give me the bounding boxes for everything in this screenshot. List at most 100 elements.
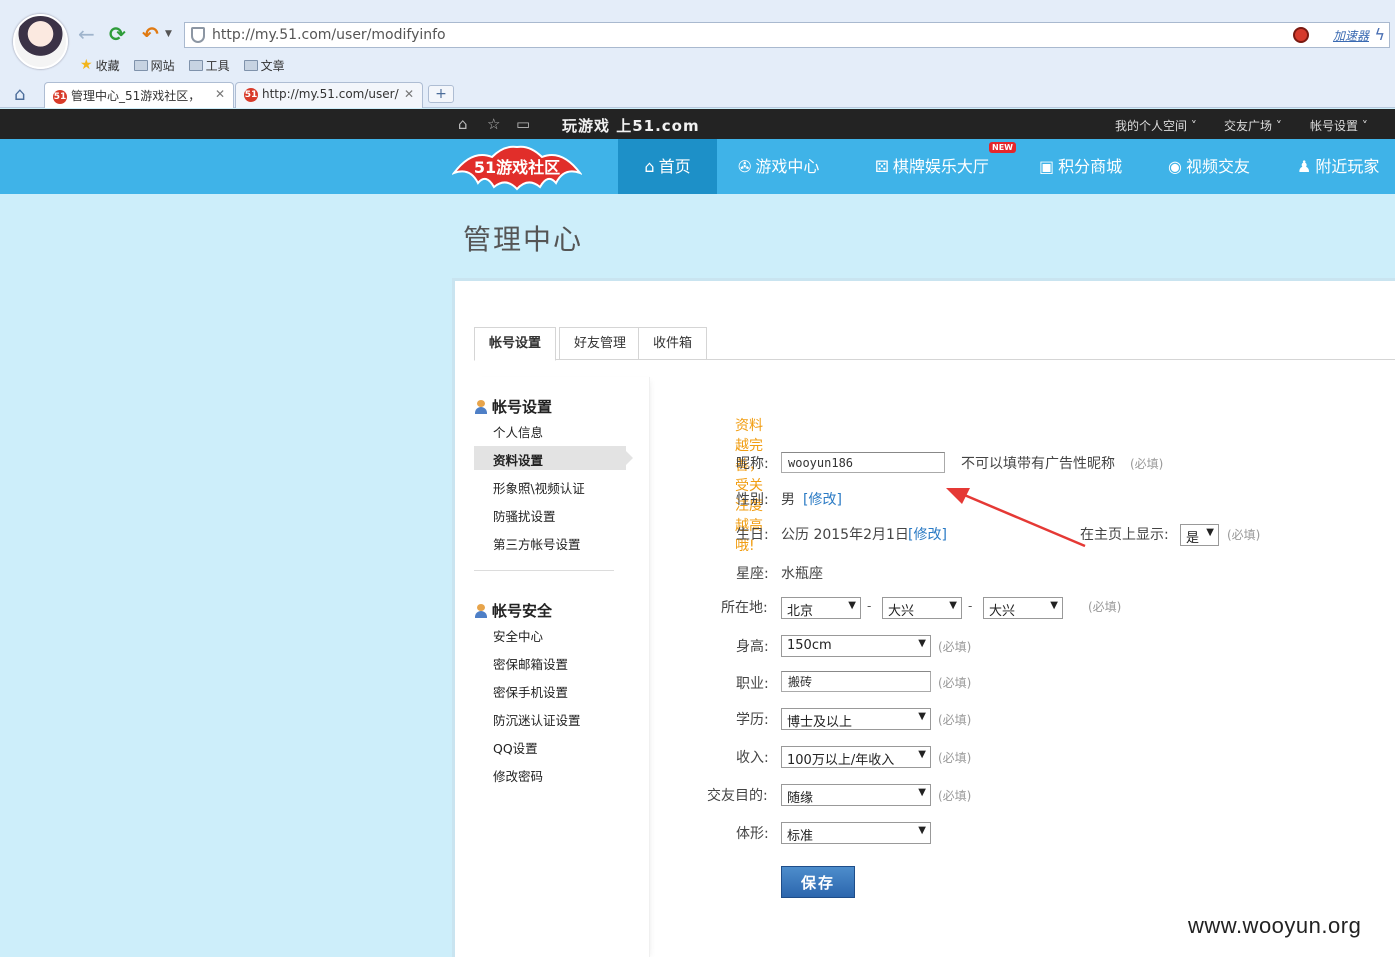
sidebar-item-anti-harassment[interactable]: 防骚扰设置 <box>493 506 556 525</box>
star-outline-icon[interactable]: ☆ <box>487 115 500 133</box>
sidebar-item-qq-settings[interactable]: QQ设置 <box>493 738 538 757</box>
purpose-select[interactable]: 随缘 ▼ <box>781 784 931 806</box>
user-avatar[interactable] <box>13 14 68 69</box>
site-favicon-icon: 51 <box>53 89 67 104</box>
menu-my-space[interactable]: 我的个人空间 ˅ <box>1115 117 1197 134</box>
zodiac-value: 水瓶座 <box>781 566 823 582</box>
dropdown-arrow-icon: ▼ <box>918 711 926 722</box>
refresh-icon[interactable]: ⟳ <box>109 22 126 46</box>
home-outline-icon[interactable]: ⌂ <box>458 115 468 133</box>
watermark: www.wooyun.org <box>1188 913 1362 938</box>
tab-friend-management[interactable]: 好友管理 <box>559 327 642 360</box>
sidebar-item-personal-info[interactable]: 个人信息 <box>493 422 543 441</box>
bookmarks-bar: ★ 收藏 网站 工具 文章 <box>80 56 285 74</box>
show-on-homepage-label: 在主页上显示: <box>1080 527 1169 543</box>
save-button[interactable]: 保存 <box>781 866 855 898</box>
sidebar-item-security-phone[interactable]: 密保手机设置 <box>493 682 568 701</box>
browser-tab-active[interactable]: 51 管理中心_51游戏社区， ✕ <box>44 82 234 108</box>
sidebar: 帐号设置 个人信息 资料设置 形象照\视频认证 防骚扰设置 第三方帐号设置 帐号… <box>474 377 650 957</box>
education-select[interactable]: 博士及以上 ▼ <box>781 708 931 730</box>
city-select[interactable]: 大兴 ▼ <box>882 597 962 619</box>
dropdown-arrow-icon: ▼ <box>918 749 926 760</box>
sidebar-heading-account: 帐号设置 <box>474 396 552 417</box>
birthday-value: 公历 2015年2月1日 <box>781 527 909 543</box>
required-tag: (必填) <box>1227 528 1261 542</box>
site-topbar: ⌂ ☆ ▭ 玩游戏 上51.com 我的个人空间 ˅ 交友广场 ˅ 帐号设置 ˅ <box>0 109 1395 139</box>
menu-account-settings[interactable]: 帐号设置 ˅ <box>1310 117 1368 134</box>
nickname-hint: 不可以填带有广告性昵称 <box>961 456 1115 472</box>
birthday-label: 生日: <box>736 527 769 543</box>
sidebar-item-photo-video-verify[interactable]: 形象照\视频认证 <box>493 478 585 497</box>
undo-icon[interactable]: ↶ <box>142 22 159 46</box>
gamepad-icon: ✇ <box>738 157 752 176</box>
accelerator-link[interactable]: 加速器 <box>1333 27 1369 44</box>
star-icon: ★ <box>80 57 93 73</box>
education-label: 学历: <box>736 712 769 728</box>
nickname-input[interactable] <box>781 452 945 473</box>
accelerator-icon[interactable] <box>1293 27 1309 43</box>
province-select[interactable]: 北京 ▼ <box>781 597 861 619</box>
nav-home[interactable]: ⌂ 首页 <box>618 139 717 194</box>
required-tag: (必填) <box>1130 457 1164 471</box>
bookmark-tools[interactable]: 工具 <box>188 56 230 74</box>
close-icon[interactable]: ✕ <box>404 87 414 101</box>
tab-inbox[interactable]: 收件箱 <box>638 327 708 360</box>
required-tag: (必填) <box>938 751 972 765</box>
nav-video-chat[interactable]: ◉ 视频交友 <box>1168 139 1250 194</box>
url-input[interactable] <box>212 26 1112 44</box>
bookmark-favorites[interactable]: ★ 收藏 <box>80 56 120 74</box>
user-icon <box>474 399 488 414</box>
nickname-label: 昵称: <box>736 456 769 472</box>
address-bar[interactable]: 加速器 ϟ <box>184 22 1390 48</box>
required-tag: (必填) <box>1088 600 1122 614</box>
logo-text: 51游戏社区 <box>474 158 560 177</box>
gender-value: 男 <box>781 492 795 508</box>
sidebar-item-anti-addiction[interactable]: 防沉迷认证设置 <box>493 710 581 729</box>
nav-game-center[interactable]: ✇ 游戏中心 <box>738 139 819 194</box>
sidebar-item-third-party-accounts[interactable]: 第三方帐号设置 <box>493 534 581 553</box>
site-favicon-icon: 51 <box>244 87 258 102</box>
back-arrow-icon[interactable]: ← <box>78 22 95 46</box>
browser-tab[interactable]: 51 http://my.51.com/user/ ✕ <box>235 82 423 108</box>
camera-icon: ◉ <box>1168 157 1182 176</box>
bookmark-articles[interactable]: 文章 <box>243 56 285 74</box>
location-separator: - <box>867 599 872 613</box>
nav-points-mall[interactable]: ▣ 积分商城 <box>1039 139 1122 194</box>
zodiac-label: 星座: <box>736 566 769 582</box>
main-nav: 51游戏社区 ⌂ 首页 ✇ 游戏中心 ⚄ 棋牌娱乐大厅 NEW ▣ 积分商城 ◉ 视频交友… <box>0 139 1395 194</box>
sidebar-item-security-center[interactable]: 安全中心 <box>493 626 543 645</box>
dropdown-arrow-icon: ▼ <box>848 600 856 611</box>
browser-chrome: ← ⟳ ↶ ▼ 加速器 ϟ ★收藏 网站 工具 文章 ⌂ 51管理中心_51游戏… <box>0 0 1395 108</box>
chevron-down-icon[interactable]: ▼ <box>165 28 172 40</box>
body-type-select[interactable]: 标准 ▼ <box>781 822 931 844</box>
new-tab-button[interactable]: + <box>428 85 454 103</box>
tab-account-settings[interactable]: 帐号设置 <box>474 327 557 361</box>
user-icon <box>474 603 488 618</box>
close-icon[interactable]: ✕ <box>215 87 225 101</box>
sidebar-item-security-email[interactable]: 密保邮箱设置 <box>493 654 568 673</box>
sidebar-item-profile-settings[interactable]: 资料设置 <box>493 450 543 469</box>
income-select[interactable]: 100万以上/年收入 ▼ <box>781 746 931 768</box>
new-badge: NEW <box>989 142 1016 153</box>
home-icon[interactable]: ⌂ <box>14 84 25 105</box>
shield-icon <box>191 27 205 43</box>
location-label: 所在地: <box>721 600 768 616</box>
sidebar-item-change-password[interactable]: 修改密码 <box>493 766 543 785</box>
lightning-icon[interactable]: ϟ <box>1374 25 1385 44</box>
menu-friend-plaza[interactable]: 交友广场 ˅ <box>1224 117 1282 134</box>
site-logo[interactable]: 51游戏社区 <box>452 143 582 191</box>
job-input[interactable] <box>781 671 931 692</box>
dropdown-arrow-icon: ▼ <box>918 787 926 798</box>
birthday-edit-link[interactable]: [修改] <box>908 524 947 544</box>
nav-chess-hall[interactable]: ⚄ 棋牌娱乐大厅 <box>875 139 989 194</box>
nav-nearby-players[interactable]: ♟ 附近玩家 <box>1297 139 1379 194</box>
monitor-icon[interactable]: ▭ <box>516 115 530 133</box>
district-select[interactable]: 大兴 ▼ <box>983 597 1063 619</box>
show-on-homepage-select[interactable]: 是 ▼ <box>1180 524 1219 546</box>
height-select[interactable]: 150cm ▼ <box>781 635 931 657</box>
dropdown-arrow-icon: ▼ <box>1206 527 1214 538</box>
gender-edit-link[interactable]: [修改] <box>803 489 842 509</box>
bookmark-sites[interactable]: 网站 <box>133 56 175 74</box>
required-tag: (必填) <box>938 713 972 727</box>
job-label: 职业: <box>736 676 769 692</box>
